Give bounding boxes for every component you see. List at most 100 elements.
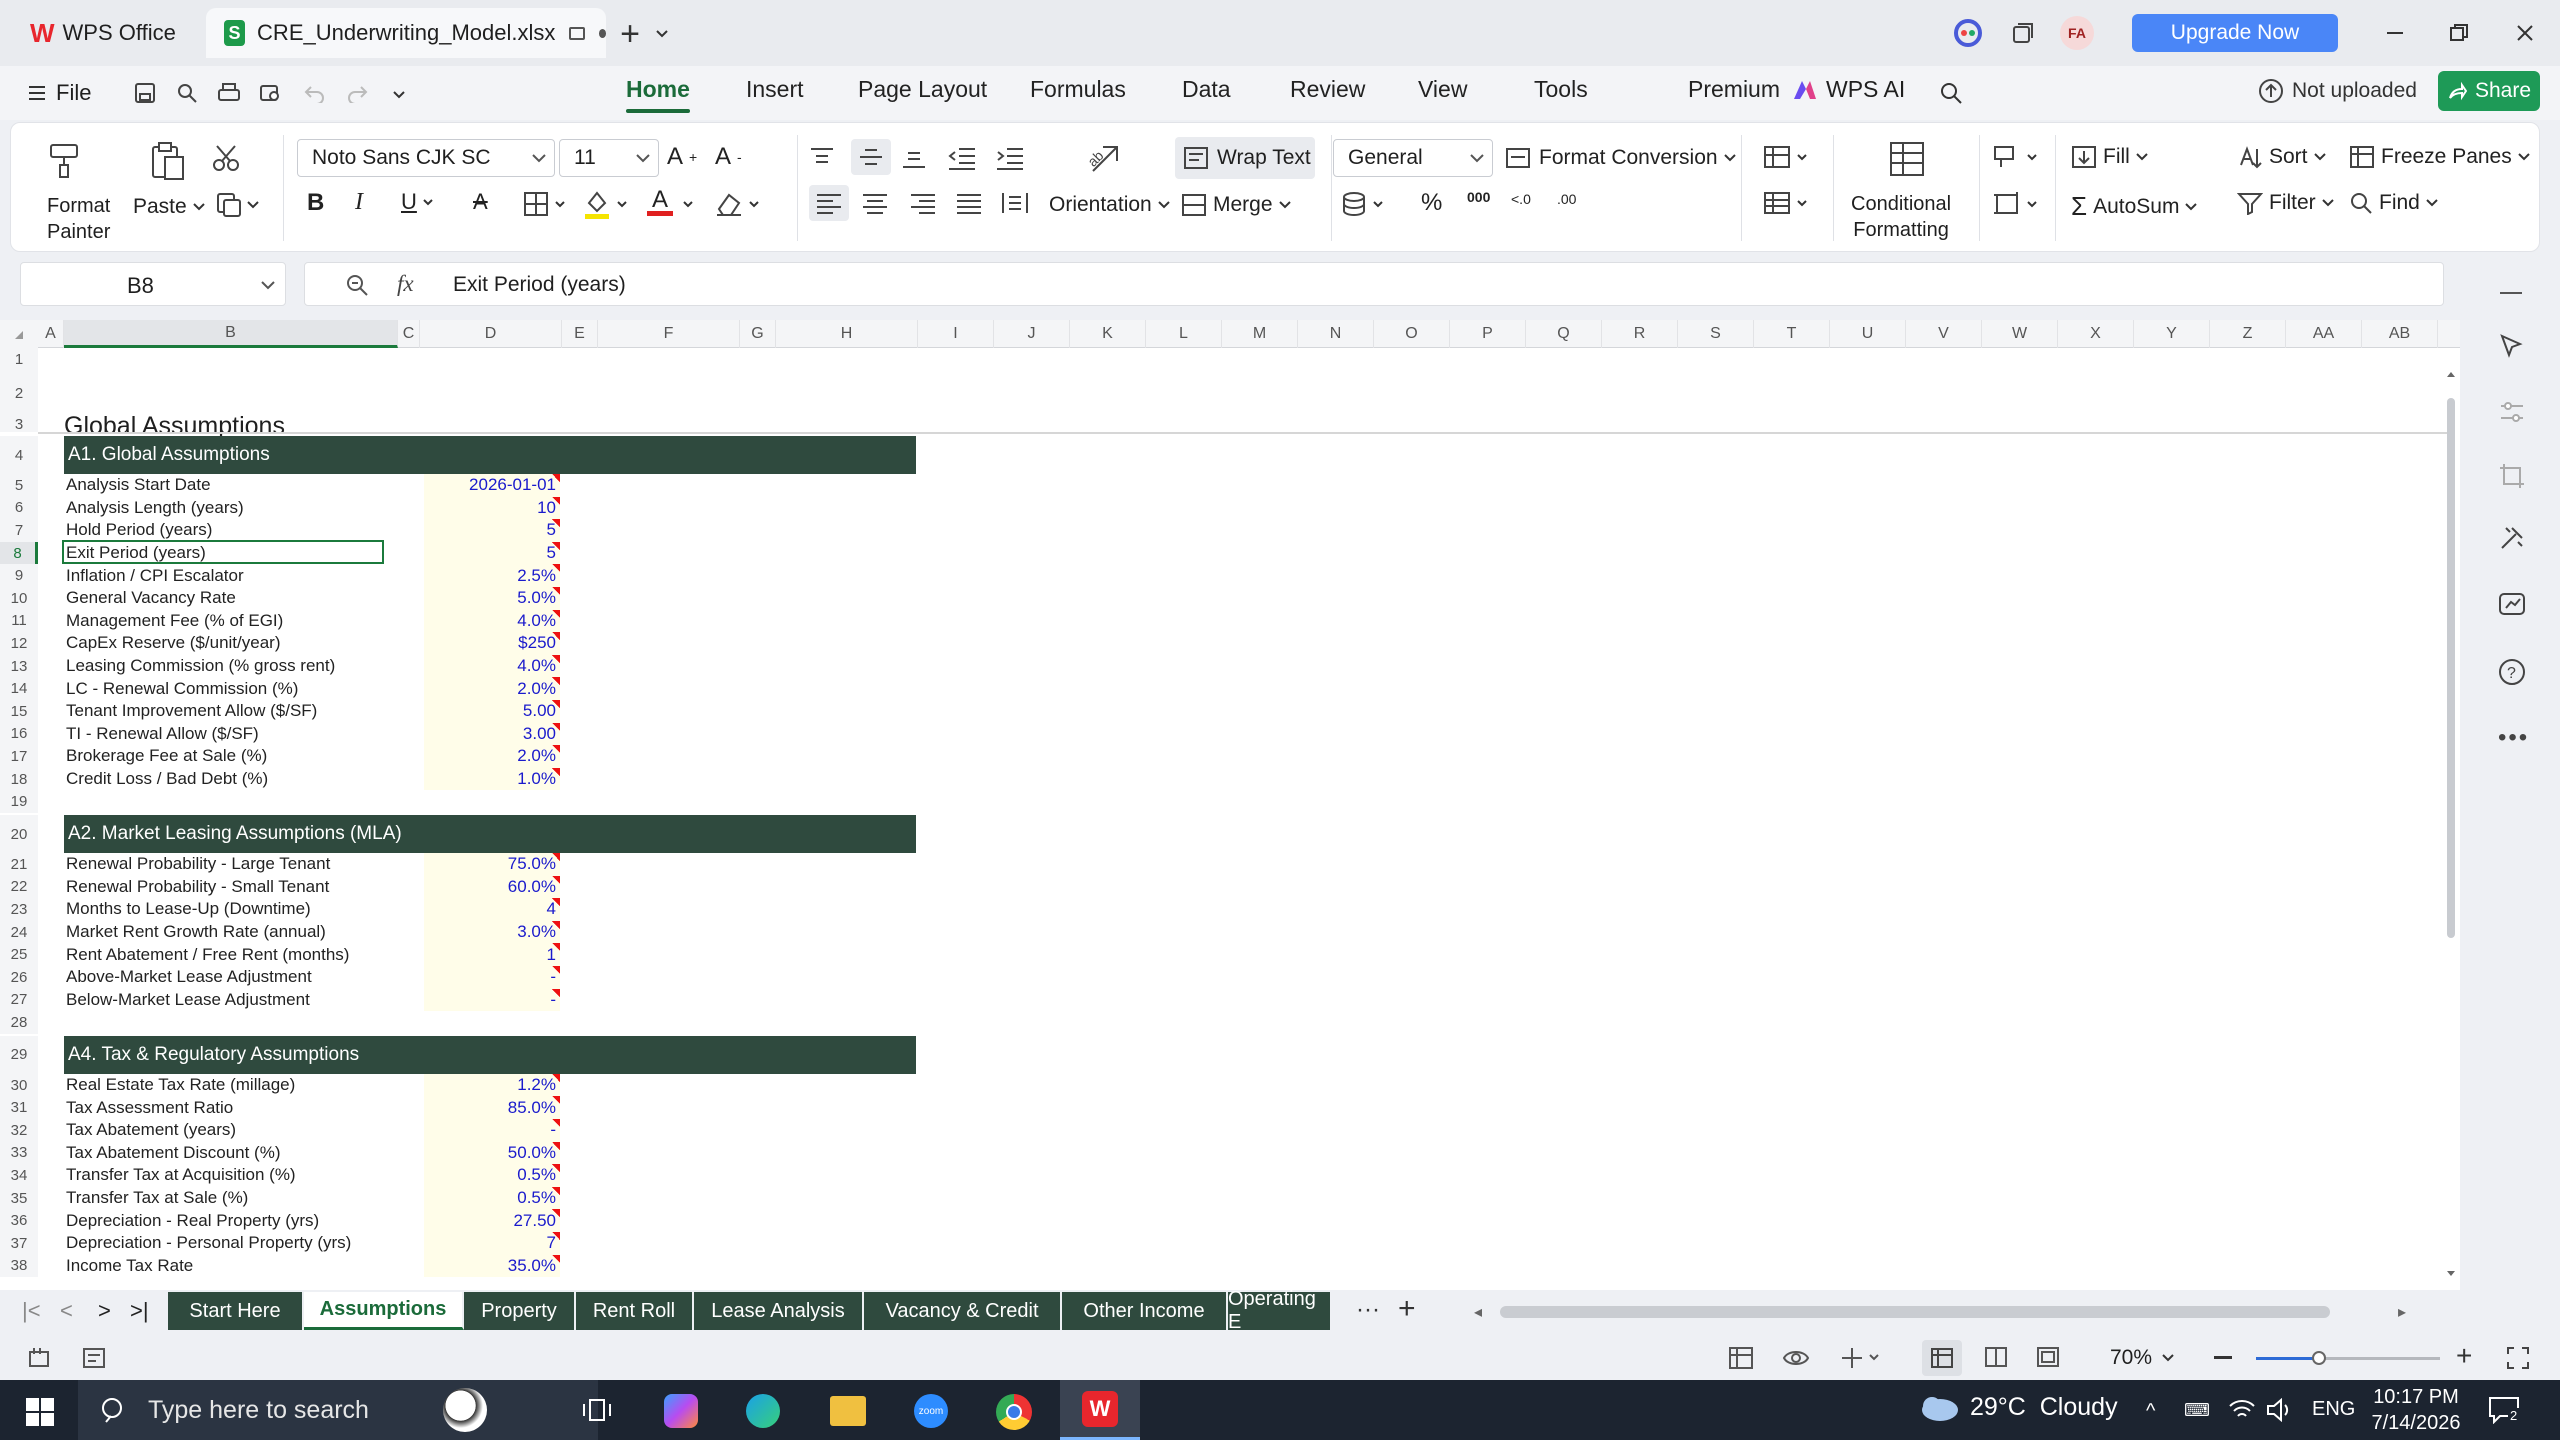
assumption-label[interactable]: Analysis Length (years) <box>66 497 244 520</box>
input-method-icon[interactable]: ⌨ <box>2184 1400 2210 1421</box>
row-header[interactable]: 33 <box>0 1141 38 1165</box>
assumption-value[interactable]: 1 <box>400 943 556 966</box>
row-header[interactable]: 36 <box>0 1209 38 1232</box>
comment-indicator-icon[interactable] <box>552 875 560 884</box>
tab-wps-office[interactable]: W WPS Office <box>18 8 188 58</box>
row-header[interactable]: 11 <box>0 609 38 633</box>
number-format-select[interactable]: General <box>1333 139 1493 177</box>
tab-scroll-right-icon[interactable]: ▸ <box>2398 1302 2406 1322</box>
assumption-value[interactable]: 60.0% <box>400 876 556 899</box>
assumption-value[interactable]: 5 <box>400 542 556 565</box>
rows-columns-icon[interactable] <box>1993 191 2037 217</box>
sheet-tab[interactable]: Other Income <box>1062 1292 1228 1330</box>
tab-insert[interactable]: Insert <box>746 76 804 103</box>
column-header-z[interactable]: Z <box>2210 320 2286 348</box>
comment-indicator-icon[interactable] <box>552 1254 560 1263</box>
wifi-icon[interactable] <box>2228 1396 2256 1422</box>
assumption-label[interactable]: Brokerage Fee at Sale (%) <box>66 745 267 768</box>
row-header[interactable]: 5 <box>0 474 38 497</box>
undo-icon[interactable] <box>300 78 330 108</box>
assumption-value[interactable]: 2.0% <box>400 677 556 700</box>
assumption-value[interactable]: 2026-01-01 <box>400 474 556 497</box>
comment-indicator-icon[interactable] <box>552 898 560 907</box>
column-header-m[interactable]: M <box>1222 320 1298 348</box>
assumption-value[interactable]: 1.2% <box>400 1074 556 1097</box>
zoom-in-icon[interactable]: + <box>2456 1340 2472 1372</box>
volume-icon[interactable] <box>2266 1398 2294 1422</box>
assumption-value[interactable]: 0.5% <box>400 1164 556 1187</box>
assumption-label[interactable]: Rent Abatement / Free Rent (months) <box>66 943 349 966</box>
avatar[interactable]: FA <box>2060 16 2094 50</box>
print-preview-icon[interactable] <box>256 78 286 108</box>
edge-icon[interactable] <box>746 1394 780 1428</box>
column-header-o[interactable]: O <box>1374 320 1450 348</box>
column-header-w[interactable]: W <box>1982 320 2058 348</box>
comment-indicator-icon[interactable] <box>552 519 560 528</box>
assumption-label[interactable]: Tax Assessment Ratio <box>66 1096 233 1119</box>
tab-review[interactable]: Review <box>1290 76 1365 103</box>
assumption-value[interactable]: 4.0% <box>400 655 556 678</box>
comment-indicator-icon[interactable] <box>552 745 560 754</box>
align-right-icon[interactable] <box>909 191 937 215</box>
tab-formulas[interactable]: Formulas <box>1030 76 1126 103</box>
comment-indicator-icon[interactable] <box>552 920 560 929</box>
borders-icon[interactable] <box>523 191 565 217</box>
new-tab-plus-icon[interactable]: + <box>612 15 648 53</box>
zoom-slider[interactable] <box>2256 1351 2440 1365</box>
task-view-icon[interactable] <box>582 1396 612 1424</box>
increase-decimal-icon[interactable]: <.0 <box>1511 191 1531 207</box>
assumption-label[interactable]: Tenant Improvement Allow ($/SF) <box>66 700 317 723</box>
add-sheet-icon[interactable]: + <box>1398 1292 1416 1326</box>
quick-access-chevron-icon[interactable] <box>386 82 412 108</box>
row-header[interactable]: 18 <box>0 767 38 791</box>
tab-data[interactable]: Data <box>1182 76 1231 103</box>
underline-icon[interactable]: U <box>401 189 433 215</box>
assumption-value[interactable]: 27.50 <box>400 1209 556 1232</box>
minimize-icon[interactable] <box>2380 18 2410 48</box>
assumption-value[interactable]: 10 <box>400 497 556 520</box>
cut-icon[interactable] <box>211 143 241 173</box>
strikethrough-icon[interactable]: A <box>473 189 488 215</box>
assumption-label[interactable]: Renewal Probability - Large Tenant <box>66 853 330 876</box>
row-header[interactable]: 22 <box>0 875 38 899</box>
not-uploaded-status[interactable]: Not uploaded <box>2258 78 2417 104</box>
assumption-value[interactable]: - <box>400 989 556 1012</box>
weather-widget[interactable]: 29°C Cloudy <box>1916 1392 2118 1422</box>
bold-icon[interactable]: B <box>307 189 324 217</box>
format-icon[interactable] <box>1993 145 2037 169</box>
row-header[interactable]: 27 <box>0 988 38 1012</box>
assumption-label[interactable]: Credit Loss / Bad Debt (%) <box>66 768 268 791</box>
row-header[interactable]: 8 <box>0 541 38 565</box>
clear-format-icon[interactable] <box>715 191 759 217</box>
notifications-icon[interactable]: 2 <box>2488 1394 2520 1424</box>
more-sheets-icon[interactable]: ··· <box>1356 1296 1380 1324</box>
crop-icon[interactable] <box>2498 462 2526 490</box>
assumption-value[interactable]: 2.5% <box>400 564 556 587</box>
row-header[interactable]: 26 <box>0 966 38 989</box>
fx-icon[interactable]: fx <box>397 271 414 297</box>
last-sheet-icon[interactable]: >| <box>130 1298 149 1324</box>
row-header[interactable]: 21 <box>0 853 38 876</box>
assumption-label[interactable]: Depreciation - Personal Property (yrs) <box>66 1232 351 1255</box>
row-header[interactable]: 20 <box>0 815 38 853</box>
next-sheet-icon[interactable]: > <box>98 1298 111 1324</box>
assumption-value[interactable]: - <box>400 1119 556 1142</box>
sheet-tab[interactable]: Lease Analysis <box>694 1292 864 1330</box>
zoom-app-icon[interactable]: zoom <box>914 1394 948 1428</box>
assumption-value[interactable]: 0.5% <box>400 1187 556 1210</box>
comment-indicator-icon[interactable] <box>552 496 560 505</box>
assumption-value[interactable]: 5.0% <box>400 587 556 610</box>
row-header[interactable]: 10 <box>0 587 38 610</box>
font-color-chevron-icon[interactable] <box>683 201 693 208</box>
row-header[interactable]: 9 <box>0 564 38 587</box>
comment-indicator-icon[interactable] <box>552 1119 560 1127</box>
assumption-value[interactable]: - <box>400 966 556 989</box>
column-header-u[interactable]: U <box>1830 320 1906 348</box>
decrease-indent-icon[interactable] <box>947 145 977 171</box>
comment-indicator-icon[interactable] <box>552 1164 560 1173</box>
assumption-value[interactable]: 4 <box>400 898 556 921</box>
horizontal-scroll-thumb[interactable] <box>1500 1306 2330 1318</box>
file-menu[interactable]: File <box>28 80 91 106</box>
assumption-label[interactable]: Leasing Commission (% gross rent) <box>66 655 335 678</box>
assumption-label[interactable]: Below-Market Lease Adjustment <box>66 989 310 1012</box>
